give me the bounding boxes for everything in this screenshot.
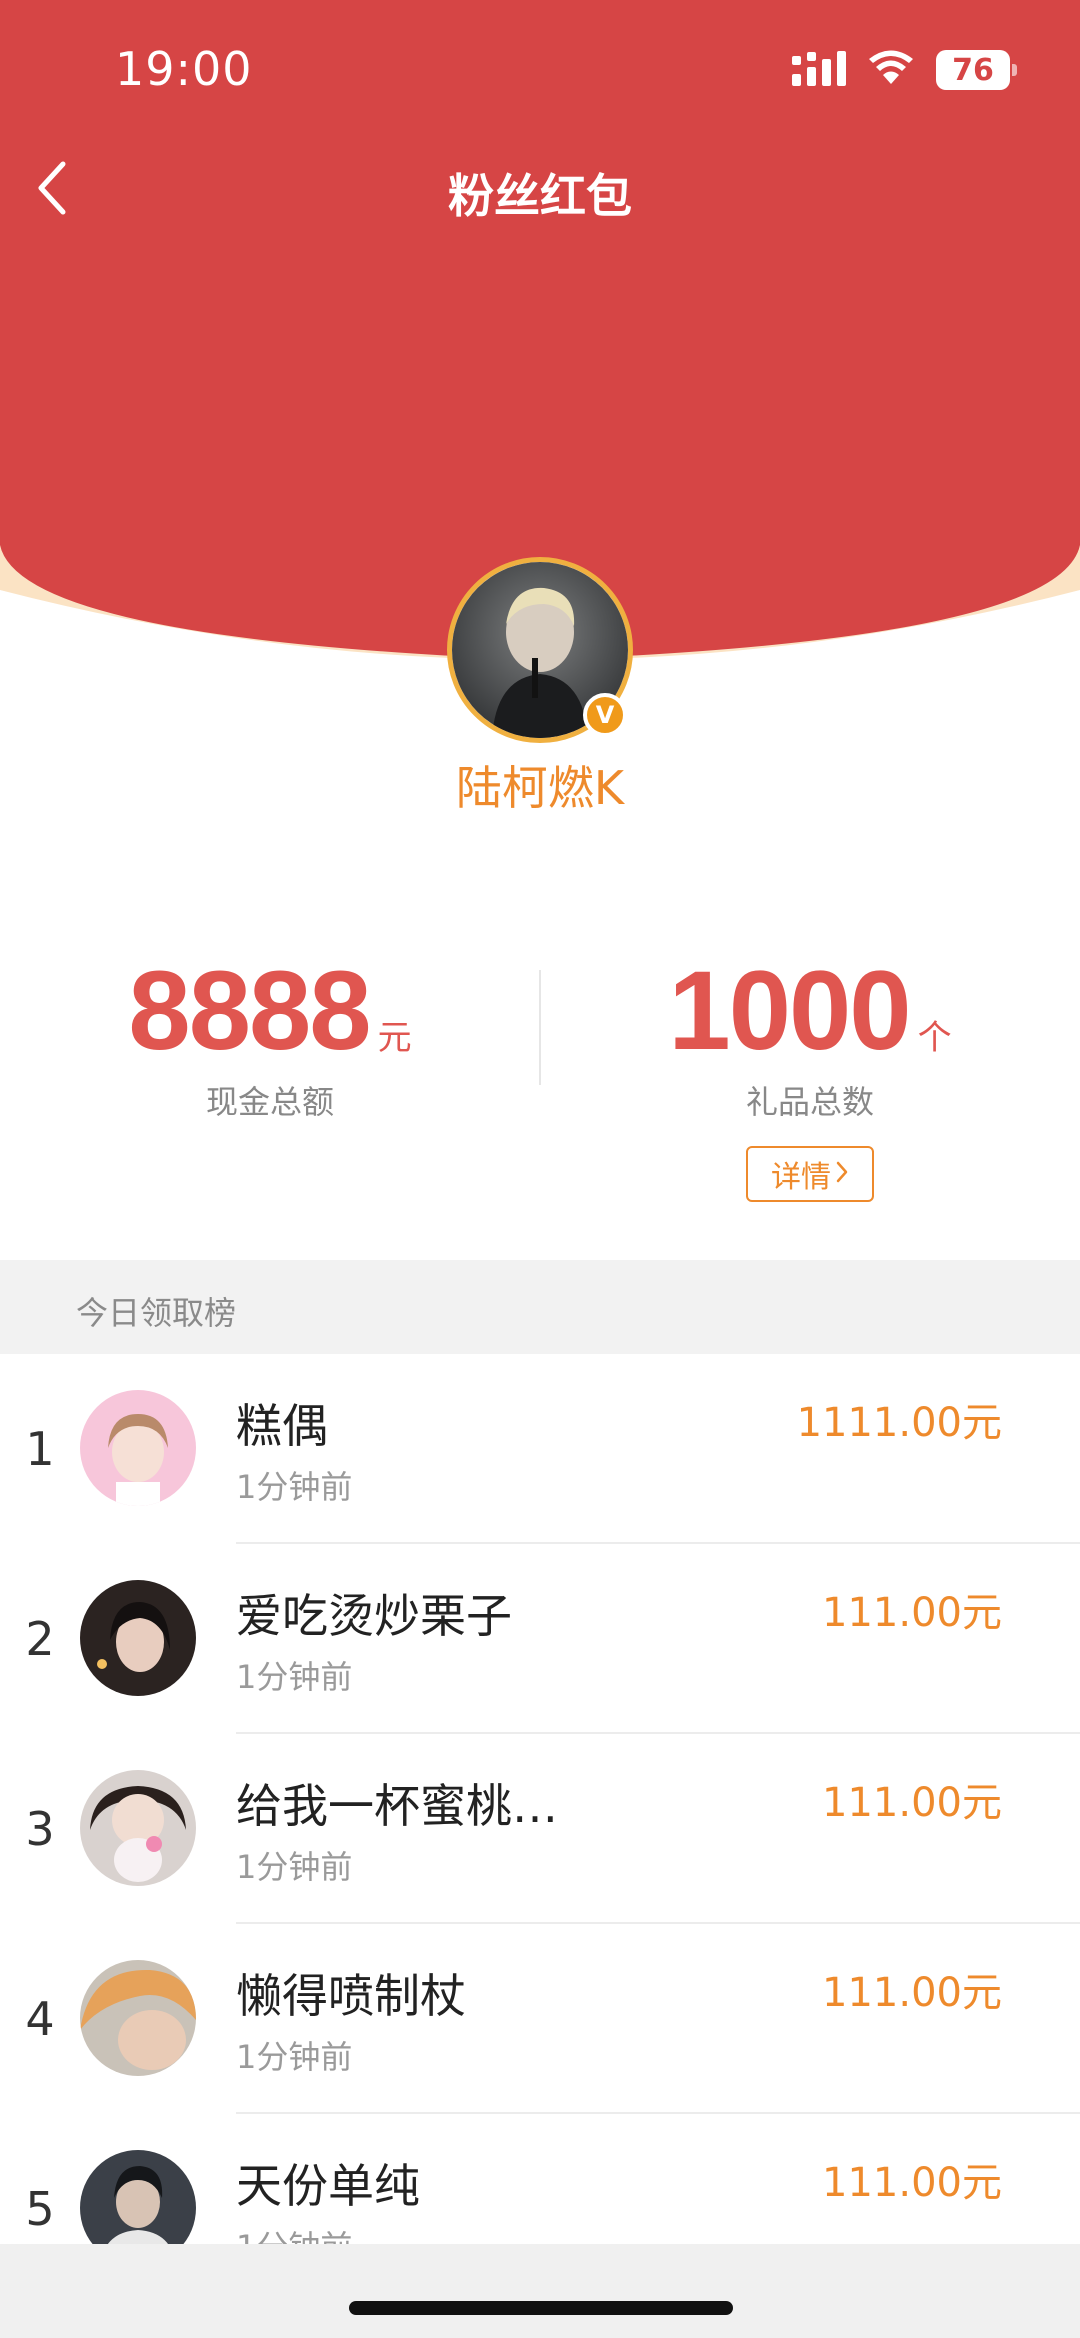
claim-time: 1分钟前 — [236, 1848, 353, 1886]
details-button-label: 详情 — [771, 1160, 831, 1195]
details-button[interactable]: 详情 — [746, 1146, 874, 1202]
rank-number: 3 — [25, 1802, 55, 1856]
gift-total-unit: 个 — [917, 1018, 952, 1058]
wifi-icon — [868, 50, 914, 90]
cash-total-stat: 8888 元 现金总额 — [70, 955, 470, 1123]
stats-divider — [539, 970, 541, 1085]
user-name: 糕偶 — [236, 1399, 328, 1453]
cellular-signal-icon — [792, 50, 846, 90]
user-name: 给我一杯蜜桃… — [236, 1779, 558, 1833]
claim-amount: 111.00元 — [822, 1590, 1002, 1636]
battery-indicator: 76 — [936, 50, 1017, 90]
avatar[interactable] — [80, 1390, 196, 1506]
chevron-right-icon — [835, 1157, 849, 1192]
list-item[interactable]: 4 懒得喷制杖 1分钟前 111.00元 — [0, 1924, 1080, 2114]
user-name: 天份单纯 — [236, 2159, 420, 2213]
claim-amount: 111.00元 — [822, 1970, 1002, 2016]
rank-number: 1 — [25, 1422, 55, 1476]
red-packet-page: 19:00 76 粉丝红包 V 陆柯燃K 8888 元 现金总额 1000 个 … — [0, 0, 1080, 2338]
verified-v-icon: V — [583, 693, 627, 737]
claim-amount: 111.00元 — [822, 2160, 1002, 2206]
claim-time: 1分钟前 — [236, 2038, 353, 2076]
status-icons: 76 — [792, 50, 1017, 90]
claim-amount: 111.00元 — [822, 1780, 1002, 1826]
home-indicator[interactable] — [349, 2301, 733, 2315]
user-name: 懒得喷制杖 — [236, 1969, 466, 2023]
avatar[interactable] — [80, 1960, 196, 2076]
rank-number: 5 — [25, 2182, 55, 2236]
gift-total-value: 1000 — [668, 948, 911, 1073]
list-item[interactable]: 3 给我一杯蜜桃… 1分钟前 111.00元 — [0, 1734, 1080, 1924]
claim-time: 1分钟前 — [236, 1658, 353, 1696]
page-title: 粉丝红包 — [448, 169, 632, 223]
leaderboard-list: 1 糕偶 1分钟前 1111.00元 2 爱吃烫炒栗子 1分钟前 111.00元… — [0, 1354, 1080, 2304]
avatar[interactable] — [80, 1770, 196, 1886]
rank-number: 4 — [25, 1992, 55, 2046]
list-item[interactable]: 2 爱吃烫炒栗子 1分钟前 111.00元 — [0, 1544, 1080, 1734]
user-name: 爱吃烫炒栗子 — [236, 1589, 512, 1643]
rank-number: 2 — [25, 1612, 55, 1666]
status-time: 19:00 — [115, 42, 253, 96]
leaderboard-header: 今日领取榜 — [0, 1260, 1080, 1354]
leaderboard-title: 今日领取榜 — [76, 1294, 237, 1332]
cash-total-label: 现金总额 — [205, 1083, 334, 1121]
gift-total-stat: 1000 个 礼品总数 — [610, 955, 1010, 1123]
claim-amount: 1111.00元 — [796, 1400, 1002, 1446]
gift-total-label: 礼品总数 — [745, 1083, 874, 1121]
avatar[interactable] — [80, 1580, 196, 1696]
bottom-bar — [0, 2244, 1080, 2338]
cash-total-unit: 元 — [377, 1018, 412, 1058]
host-name[interactable]: 陆柯燃K — [0, 752, 1080, 818]
cash-total-value: 8888 — [128, 948, 371, 1073]
claim-time: 1分钟前 — [236, 1468, 353, 1506]
list-item[interactable]: 1 糕偶 1分钟前 1111.00元 — [0, 1354, 1080, 1544]
